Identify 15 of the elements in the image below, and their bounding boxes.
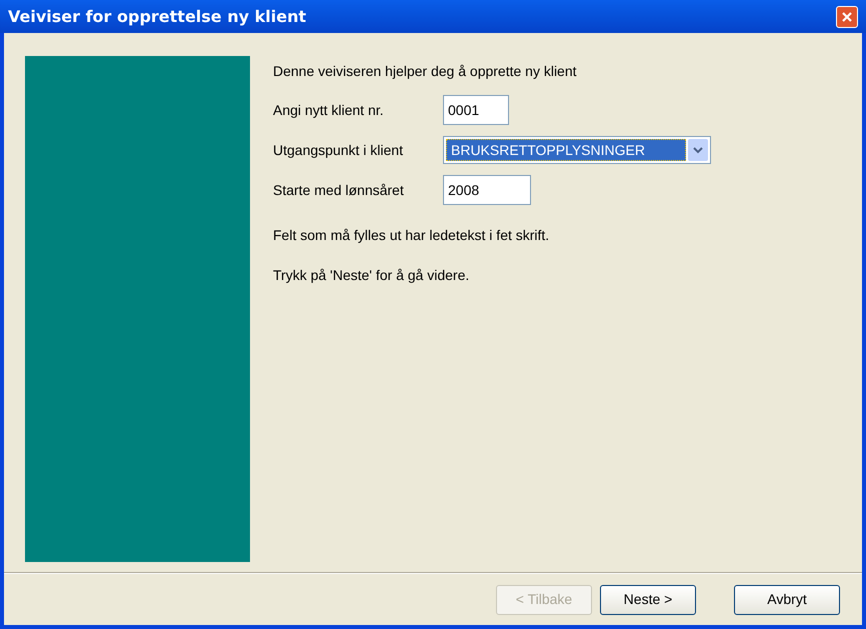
close-button[interactable] xyxy=(836,6,858,28)
close-icon xyxy=(841,10,853,22)
chevron-down-icon xyxy=(688,139,708,161)
hint-text: Trykk på 'Neste' for å gå videre. xyxy=(273,266,470,285)
intro-text: Denne veiviseren hjelper deg å opprette ny klient xyxy=(273,62,578,81)
field-label: Utgangspunkt i klient xyxy=(273,140,404,160)
field-label: Angi nytt klient nr. xyxy=(273,100,385,120)
hint-text: Felt som må fylles ut har ledetekst i fet skrift. xyxy=(273,226,550,245)
window-title: Veiviser for opprettelse ny klient xyxy=(8,6,306,28)
wizard-button[interactable]: Neste > xyxy=(600,584,696,614)
text-field[interactable]: 2008 xyxy=(443,175,531,205)
text-field[interactable]: 0001 xyxy=(443,95,509,125)
field-label: Starte med lønnsåret xyxy=(273,180,405,200)
client-dropdown[interactable]: BRUKSRETTOPPLYSNINGER xyxy=(443,136,711,164)
wizard-button[interactable]: Avbryt xyxy=(734,584,840,614)
